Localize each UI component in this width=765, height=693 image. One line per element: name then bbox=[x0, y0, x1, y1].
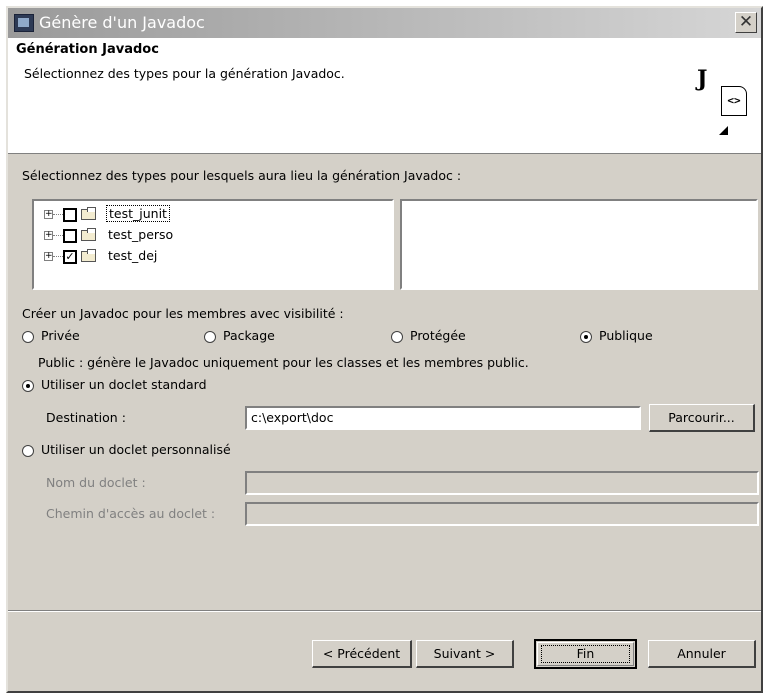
javadoc-page-icon: <> bbox=[721, 86, 747, 116]
doclet-name-label: Nom du doclet : bbox=[46, 475, 146, 490]
javadoc-icon-letter: J bbox=[697, 66, 708, 92]
destination-label: Destination : bbox=[46, 410, 126, 425]
types-label: Sélectionnez des types pour lesquels aur… bbox=[22, 168, 462, 183]
javadoc-dialog: Génère d'un Javadoc ✕ Génération Javadoc… bbox=[6, 6, 763, 693]
tree-checkbox[interactable] bbox=[63, 208, 77, 222]
radio-label: Protégée bbox=[410, 328, 466, 343]
page-description: Sélectionnez des types pour la génératio… bbox=[24, 66, 345, 81]
tree-connector bbox=[53, 235, 63, 236]
title-bar: Génère d'un Javadoc ✕ bbox=[8, 8, 761, 38]
tree-checkbox[interactable] bbox=[63, 229, 77, 243]
visibility-label: Créer un Javadoc pour les membres avec v… bbox=[22, 306, 344, 321]
tree-checkbox-checked[interactable]: ✓ bbox=[63, 250, 77, 264]
radio-button[interactable] bbox=[204, 331, 216, 343]
window-title: Génère d'un Javadoc bbox=[39, 13, 205, 32]
visibility-description: Public : génère le Javadoc uniquement po… bbox=[38, 355, 529, 370]
project-folder-icon bbox=[81, 207, 98, 221]
doclet-path-label: Chemin d'accès au doclet : bbox=[46, 506, 216, 521]
browse-button[interactable]: Parcourir... bbox=[649, 404, 755, 432]
radio-button-selected[interactable] bbox=[22, 380, 34, 392]
triangle-icon bbox=[719, 126, 728, 135]
expand-icon[interactable]: + bbox=[44, 231, 53, 240]
project-folder-icon bbox=[81, 228, 98, 242]
radio-button-selected[interactable] bbox=[580, 331, 592, 343]
project-folder-icon bbox=[81, 249, 98, 263]
doclet-path-input[interactable] bbox=[245, 502, 759, 526]
radio-label: Publique bbox=[599, 328, 653, 343]
finish-button-label: Fin bbox=[576, 646, 595, 661]
radio-button[interactable] bbox=[22, 331, 34, 343]
finish-button[interactable]: Fin bbox=[534, 639, 637, 669]
page-title: Génération Javadoc bbox=[16, 42, 159, 57]
radio-label: Utiliser un doclet standard bbox=[41, 377, 207, 392]
tree-connector bbox=[53, 256, 63, 257]
tree-item-label: test_dej bbox=[108, 248, 158, 263]
destination-input[interactable]: c:\export\doc bbox=[245, 406, 641, 430]
types-list[interactable] bbox=[400, 199, 758, 290]
tree-item-label: test_perso bbox=[108, 227, 174, 242]
cancel-button[interactable]: Annuler bbox=[648, 640, 756, 668]
close-icon: ✕ bbox=[738, 12, 754, 32]
expand-icon[interactable]: + bbox=[44, 252, 53, 261]
tree-item-label: test_junit bbox=[106, 205, 170, 222]
radio-label: Privée bbox=[41, 328, 80, 343]
wizard-header: Génération Javadoc Sélectionnez des type… bbox=[8, 38, 761, 154]
radio-label: Package bbox=[223, 328, 275, 343]
next-button[interactable]: Suivant > bbox=[416, 640, 514, 668]
previous-button[interactable]: < Précédent bbox=[312, 640, 412, 668]
expand-icon[interactable]: + bbox=[44, 210, 53, 219]
tree-connector bbox=[53, 214, 63, 215]
footer-divider bbox=[8, 610, 761, 612]
types-tree[interactable]: + test_junit + test_perso + ✓ test_dej bbox=[32, 199, 394, 290]
radio-button[interactable] bbox=[22, 445, 34, 457]
doclet-name-input[interactable] bbox=[245, 471, 759, 495]
radio-label: Utiliser un doclet personnalisé bbox=[41, 442, 231, 457]
radio-button[interactable] bbox=[391, 331, 403, 343]
close-button[interactable]: ✕ bbox=[735, 12, 757, 33]
javadoc-icon: J <> bbox=[697, 66, 755, 146]
app-icon bbox=[14, 14, 34, 32]
